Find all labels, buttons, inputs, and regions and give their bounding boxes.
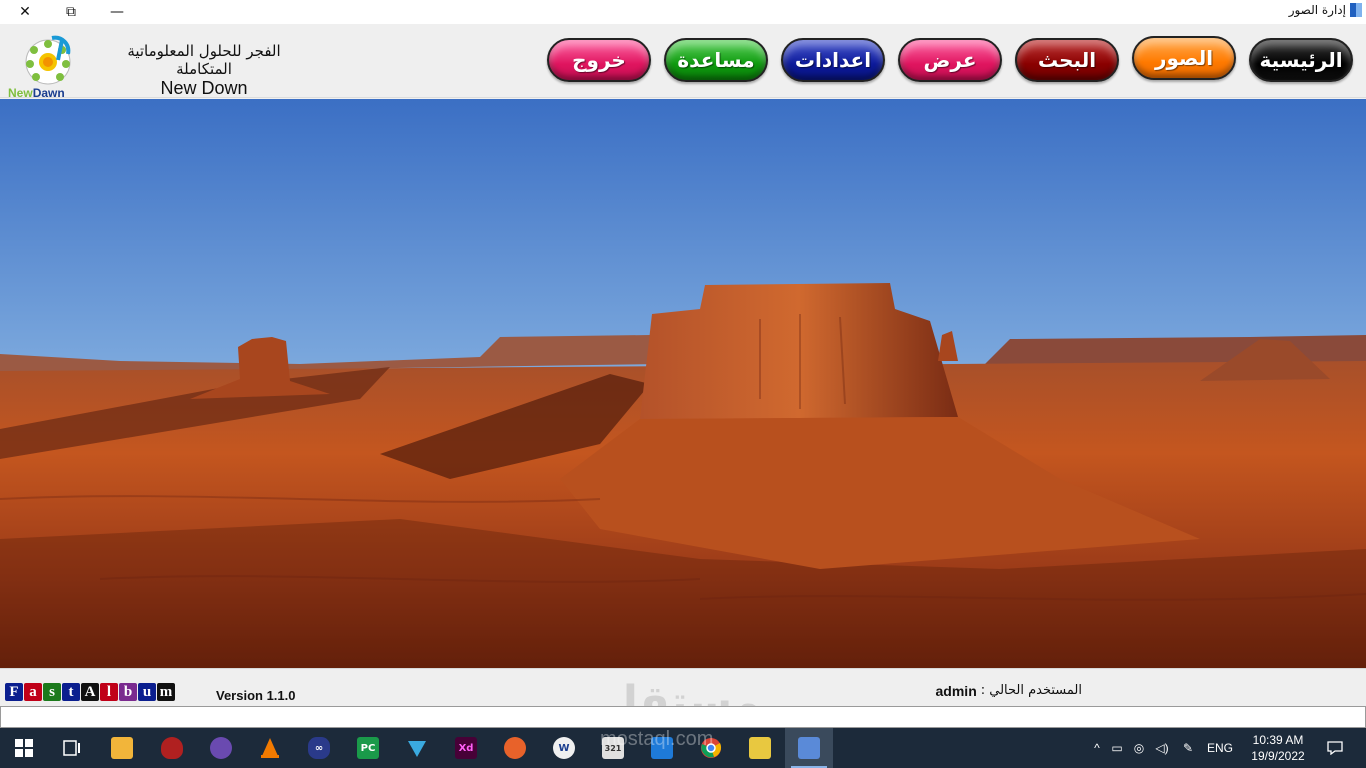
battery-icon[interactable]: ▭ [1106,741,1128,755]
fastalbum-brand: F a s t A l b u m [5,683,175,701]
notification-icon [1327,741,1343,755]
task-view-button[interactable] [48,728,96,768]
photos-button[interactable]: الصور [1132,36,1236,80]
taskbar-app[interactable]: PC [344,728,392,768]
company-name: الفجر للحلول المعلوماتية المتكاملة New D… [104,42,304,99]
window-title-group: إدارة الصور [1289,3,1362,17]
desert-mesa-image [0,99,1366,668]
taskbar-app[interactable] [736,728,784,768]
firefox-icon [504,737,526,759]
close-window-button[interactable]: ✕ [2,0,48,24]
version-label: Version 1.1.0 [216,688,296,703]
status-bar: F a s t A l b u m Version 1.1.0 مستقل ال… [0,668,1366,728]
app-header: NewDawn الفجر للحلول المعلوماتية المتكام… [0,24,1366,100]
app-window: ✕ ⧉ — إدارة الصور NewDawn الفجر للحلول ا… [0,0,1366,768]
clock-date: 19/9/2022 [1251,749,1305,763]
taskbar-app[interactable]: ∞ [295,728,343,768]
security-app-icon [161,737,183,759]
chevron-up-icon[interactable]: ^ [1088,741,1106,755]
clock[interactable]: 10:39 AM 19/9/2022 [1248,732,1308,764]
taskbar-app[interactable]: Xd [442,728,490,768]
brand-letter: F [5,683,23,701]
logo-word-dawn: Dawn [32,86,65,100]
clock-time: 10:39 AM [1252,733,1304,747]
start-button[interactable] [0,728,48,768]
taskbar: ∞ PC Xd W 321 mostaql.com ^ ▭ ◎ ◁) ✎ ENG… [0,728,1366,768]
input-strip[interactable] [0,706,1366,728]
home-button[interactable]: الرئيسية [1249,38,1353,82]
notes-app-icon [749,737,771,759]
photo-manager-icon [798,737,820,759]
brand-letter: l [100,683,118,701]
company-name-arabic: الفجر للحلول المعلوماتية المتكاملة [127,42,281,78]
search-button[interactable]: البحث [1015,38,1119,82]
title-bar: ✕ ⧉ — إدارة الصور [0,0,1366,24]
current-user-label: المستخدم الحالي : [980,683,1082,698]
notification-button[interactable] [1320,728,1350,768]
brand-letter: u [138,683,156,701]
language-indicator[interactable]: ENG [1202,741,1238,755]
background-photo [0,99,1366,668]
company-name-english: New Down [160,78,248,98]
help-button[interactable]: مساعدة [664,38,768,82]
vlc-icon [261,738,279,758]
brand-letter: a [24,683,42,701]
file-explorer-icon [111,737,133,759]
current-user: المستخدم الحالي : admin [920,683,1082,699]
logo-word-new: New [8,86,33,100]
vpn-app-icon [408,741,426,757]
logo-wordmark: NewDawn [8,86,65,100]
brand-letter: b [119,683,137,701]
taskbar-app[interactable] [98,728,146,768]
maximize-window-button[interactable]: ⧉ [48,0,94,24]
taskbar-watermark: mostaql.com [600,728,714,750]
brand-letter: m [157,683,175,701]
taskbar-app[interactable] [197,728,245,768]
volume-icon[interactable]: ◁) [1150,741,1174,755]
pen-icon[interactable]: ✎ [1174,741,1202,755]
taskbar-app-active[interactable] [785,728,833,768]
windows-icon [15,739,33,757]
taskbar-app[interactable]: W [540,728,588,768]
system-tray: ^ ▭ ◎ ◁) ✎ ENG [1088,728,1238,768]
brand-letter: A [81,683,99,701]
company-logo: NewDawn [8,32,94,100]
settings-button[interactable]: اعدادات [781,38,885,82]
exit-button[interactable]: خروج [547,38,651,82]
brand-letter: s [43,683,61,701]
current-user-value: admin [935,683,977,699]
app-icon [1350,3,1362,17]
app-w-icon: W [553,737,575,759]
window-title: إدارة الصور [1288,3,1346,17]
pycharm-icon: PC [357,737,379,759]
minimize-window-button[interactable]: — [94,0,140,24]
brand-letter: t [62,683,80,701]
task-view-icon [63,740,80,756]
taskbar-app[interactable] [393,728,441,768]
adobe-xd-icon: Xd [455,737,477,759]
tor-browser-icon [210,737,232,759]
network-icon[interactable]: ◎ [1128,741,1150,755]
view-button[interactable]: عرض [898,38,1002,82]
taskbar-app[interactable] [491,728,539,768]
taskbar-app[interactable] [148,728,196,768]
taskbar-app[interactable] [246,728,294,768]
logo-sun-icon [25,35,71,85]
infinity-app-icon: ∞ [308,737,330,759]
